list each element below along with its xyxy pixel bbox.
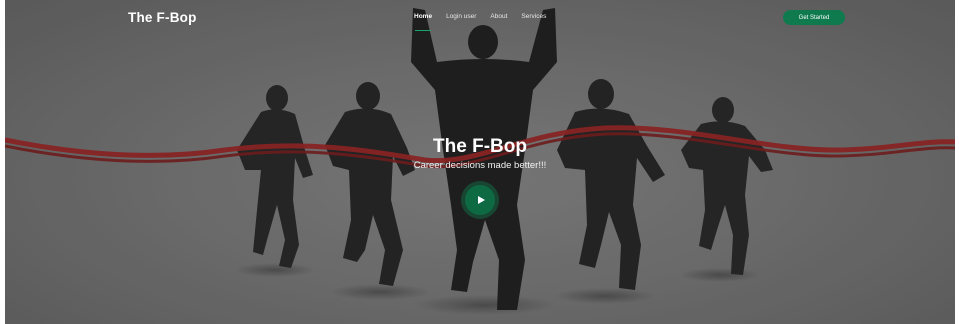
play-icon <box>477 196 485 204</box>
hero-title: The F-Bop <box>433 136 527 157</box>
top-navbar: The F-Bop Home Login user About Services… <box>5 0 955 34</box>
nav-menu: Home Login user About Services <box>414 13 546 31</box>
hero-section: The F-Bop Home Login user About Services… <box>5 0 955 324</box>
nav-item-home[interactable]: Home <box>414 13 432 31</box>
nav-item-about[interactable]: About <box>490 13 507 20</box>
nav-item-services[interactable]: Services <box>521 13 546 20</box>
get-started-button[interactable]: Get Started <box>783 10 845 25</box>
play-video-button[interactable] <box>465 185 495 215</box>
nav-item-login-user[interactable]: Login user <box>446 13 476 20</box>
brand-logo[interactable]: The F-Bop <box>128 10 197 25</box>
hero-subtitle: Career decisions made better!!! <box>413 160 547 171</box>
